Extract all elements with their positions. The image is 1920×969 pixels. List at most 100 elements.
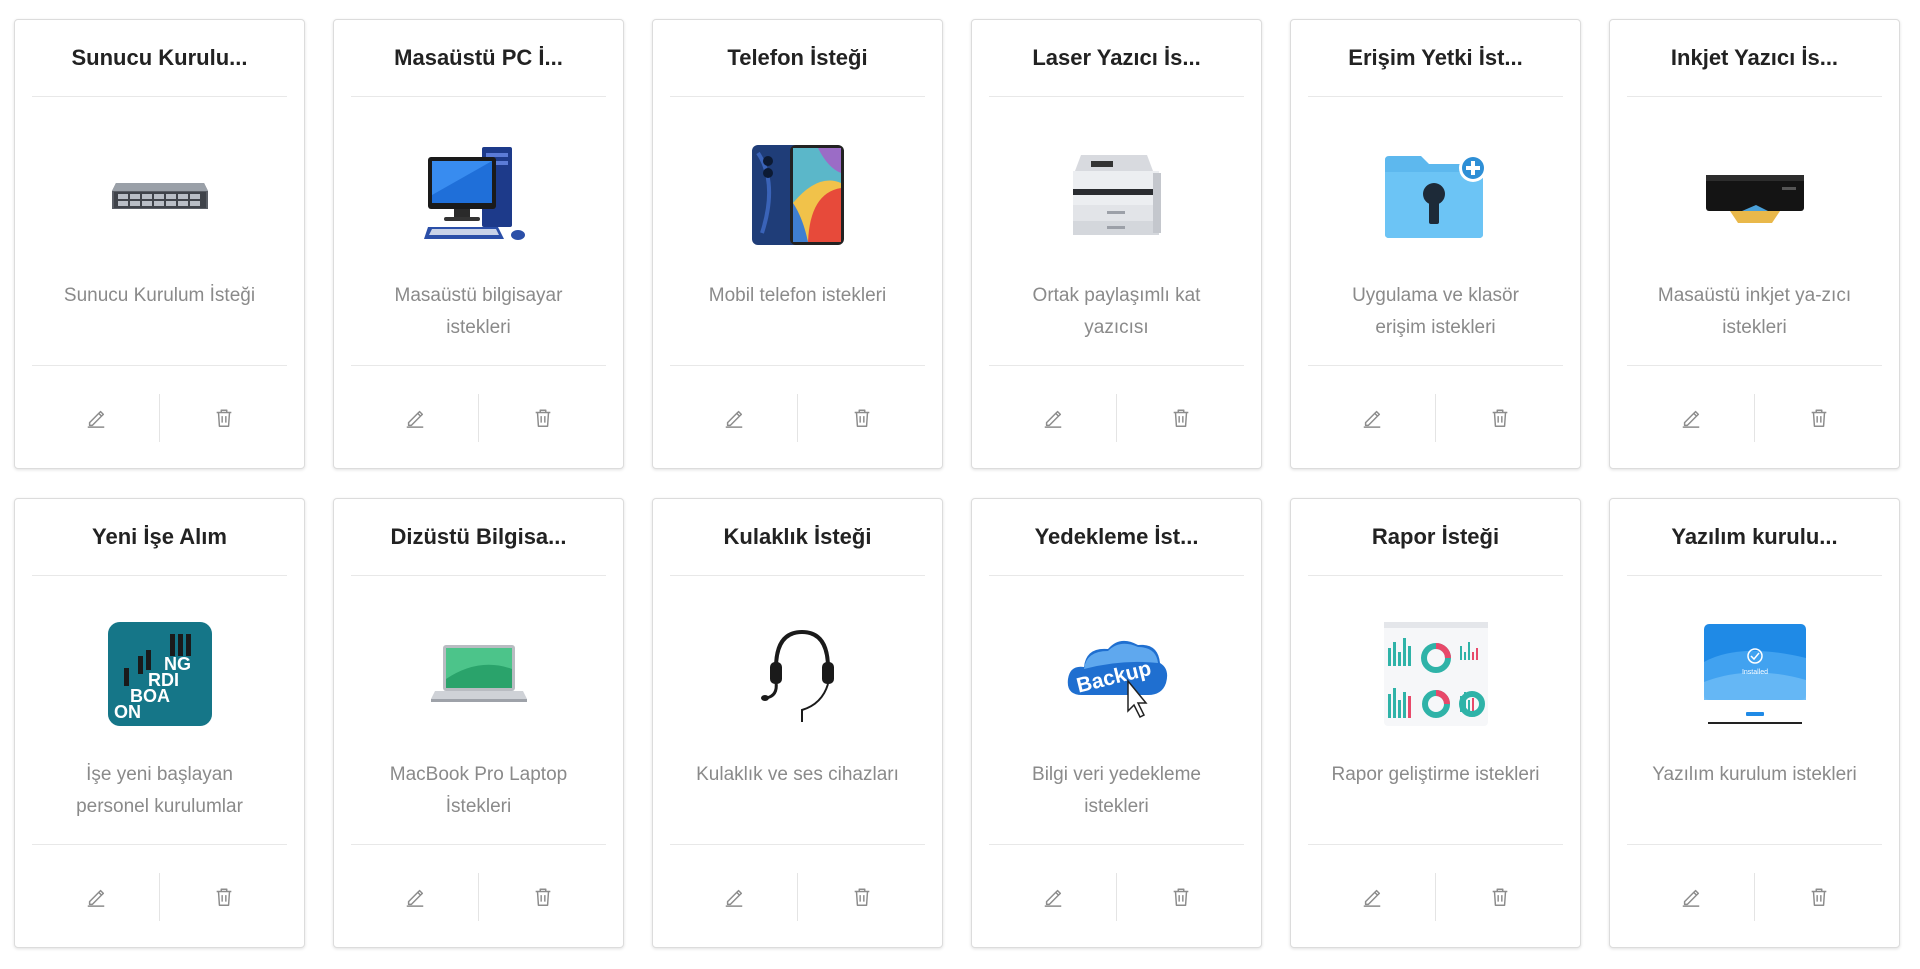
edit-button[interactable] <box>1308 394 1435 442</box>
laser-printer-icon <box>972 97 1261 280</box>
pencil-icon <box>725 889 742 907</box>
report-dashboard-icon <box>1291 576 1580 759</box>
card-description: Yazılım kurulum istekleri <box>1652 764 1857 785</box>
trash-icon <box>1173 887 1188 906</box>
card-description: Kulaklık ve ses cihazları <box>696 764 899 785</box>
edit-button[interactable] <box>1308 873 1435 921</box>
delete-button[interactable] <box>1754 393 1882 442</box>
card-actions <box>670 365 925 469</box>
card-description: Ortak paylaşımlı kat yazıcısı <box>1032 285 1201 338</box>
edit-button[interactable] <box>32 873 159 921</box>
edit-button[interactable] <box>351 394 478 442</box>
card-description: Rapor geliştirme istekleri <box>1331 764 1540 785</box>
card-title: Yeni İşe Alım <box>32 499 287 576</box>
card-actions <box>351 844 606 948</box>
edit-button[interactable] <box>32 394 159 442</box>
pencil-icon <box>1682 889 1699 907</box>
pencil-icon <box>87 889 104 907</box>
card-laser-printer[interactable]: Laser Yazıcı İs... Ortak paylaşımlı kat … <box>971 19 1262 469</box>
card-title: Telefon İsteği <box>670 20 925 97</box>
pencil-icon <box>1044 889 1061 907</box>
card-description: İşe yeni başlayan personel kurulumlar <box>76 764 243 817</box>
delete-button[interactable] <box>159 872 287 921</box>
laptop-icon <box>334 576 623 759</box>
delete-button[interactable] <box>159 393 287 442</box>
delete-button[interactable] <box>478 393 606 442</box>
pencil-icon <box>406 889 423 907</box>
trash-icon <box>216 408 231 427</box>
card-description: Masaüstü inkjet ya-zıcı istekleri <box>1657 285 1852 338</box>
card-server-install[interactable]: Sunucu Kurulu... Sunucu Kurulum İsteği <box>14 19 305 469</box>
card-actions <box>32 844 287 948</box>
card-title: Rapor İsteği <box>1308 499 1563 576</box>
delete-button[interactable] <box>1116 872 1244 921</box>
trash-icon <box>535 887 550 906</box>
card-title: Sunucu Kurulu... <box>32 20 287 97</box>
image-text: ON <box>114 702 141 722</box>
card-title: Dizüstü Bilgisa... <box>351 499 606 576</box>
delete-button[interactable] <box>1754 872 1882 921</box>
delete-button[interactable] <box>1435 872 1563 921</box>
delete-button[interactable] <box>1116 393 1244 442</box>
trash-icon <box>854 887 869 906</box>
edit-button[interactable] <box>989 873 1116 921</box>
delete-button[interactable] <box>797 393 925 442</box>
card-actions <box>1308 844 1563 948</box>
onboarding-icon: NG RDI BOA ON <box>15 576 304 759</box>
desktop-pc-icon <box>334 97 623 280</box>
card-desktop-pc[interactable]: Masaüstü PC İ... Masaüstü bilgisayar ist… <box>333 19 624 469</box>
card-description: Masaüstü bilgisayar istekleri <box>394 285 563 338</box>
headset-icon <box>653 576 942 759</box>
inkjet-printer-icon <box>1610 97 1899 280</box>
edit-button[interactable] <box>670 873 797 921</box>
pencil-icon <box>1363 889 1380 907</box>
card-inkjet-printer[interactable]: Inkjet Yazıcı İs... Masaüstü inkjet ya-z… <box>1609 19 1900 469</box>
trash-icon <box>1492 887 1507 906</box>
pencil-icon <box>1363 410 1380 428</box>
card-actions <box>989 365 1244 469</box>
card-actions <box>1308 365 1563 469</box>
edit-button[interactable] <box>670 394 797 442</box>
card-phone[interactable]: Telefon İsteği Mobil telefon istekleri <box>652 19 943 469</box>
pencil-icon <box>87 410 104 428</box>
card-title: Yedekleme İst... <box>989 499 1244 576</box>
card-software-install[interactable]: Yazılım kurulu... Installed Yazılım kuru… <box>1609 498 1900 948</box>
trash-icon <box>1811 408 1826 427</box>
delete-button[interactable] <box>478 872 606 921</box>
card-description: MacBook Pro Laptop İstekleri <box>389 764 568 817</box>
card-actions <box>32 365 287 469</box>
server-icon <box>15 97 304 280</box>
trash-icon <box>1173 408 1188 427</box>
delete-button[interactable] <box>797 872 925 921</box>
edit-button[interactable] <box>1627 394 1754 442</box>
card-actions <box>1627 365 1882 469</box>
card-description: Bilgi veri yedekleme istekleri <box>1032 764 1201 817</box>
card-description: Uygulama ve klasör erişim istekleri <box>1352 285 1519 338</box>
card-actions <box>351 365 606 469</box>
software-install-icon: Installed <box>1610 576 1899 759</box>
card-new-hire[interactable]: Yeni İşe Alım NG RDI BOA ON İşe yeni baş… <box>14 498 305 948</box>
card-title: Erişim Yetki İst... <box>1308 20 1563 97</box>
locked-folder-icon <box>1291 97 1580 280</box>
delete-button[interactable] <box>1435 393 1563 442</box>
card-report[interactable]: Rapor İsteği Rapor geliştirme istekleri <box>1290 498 1581 948</box>
smartphone-icon <box>653 97 942 280</box>
edit-button[interactable] <box>1627 873 1754 921</box>
card-backup[interactable]: Yedekleme İst... Backup Bilgi veri yedek… <box>971 498 1262 948</box>
pencil-icon <box>1682 410 1699 428</box>
pencil-icon <box>1044 410 1061 428</box>
card-description: Mobil telefon istekleri <box>708 285 887 306</box>
card-headset[interactable]: Kulaklık İsteği Kulaklık ve ses cihazlar… <box>652 498 943 948</box>
edit-button[interactable] <box>989 394 1116 442</box>
card-access-permission[interactable]: Erişim Yetki İst... Uygulama ve klasör e… <box>1290 19 1581 469</box>
card-title: Laser Yazıcı İs... <box>989 20 1244 97</box>
image-text: Installed <box>1741 669 1767 676</box>
card-laptop[interactable]: Dizüstü Bilgisa... MacBook Pro Laptop İs… <box>333 498 624 948</box>
edit-button[interactable] <box>351 873 478 921</box>
trash-icon <box>854 408 869 427</box>
pencil-icon <box>406 410 423 428</box>
card-title: Masaüstü PC İ... <box>351 20 606 97</box>
card-actions <box>1627 844 1882 948</box>
backup-cloud-icon: Backup <box>972 576 1261 759</box>
trash-icon <box>1811 887 1826 906</box>
